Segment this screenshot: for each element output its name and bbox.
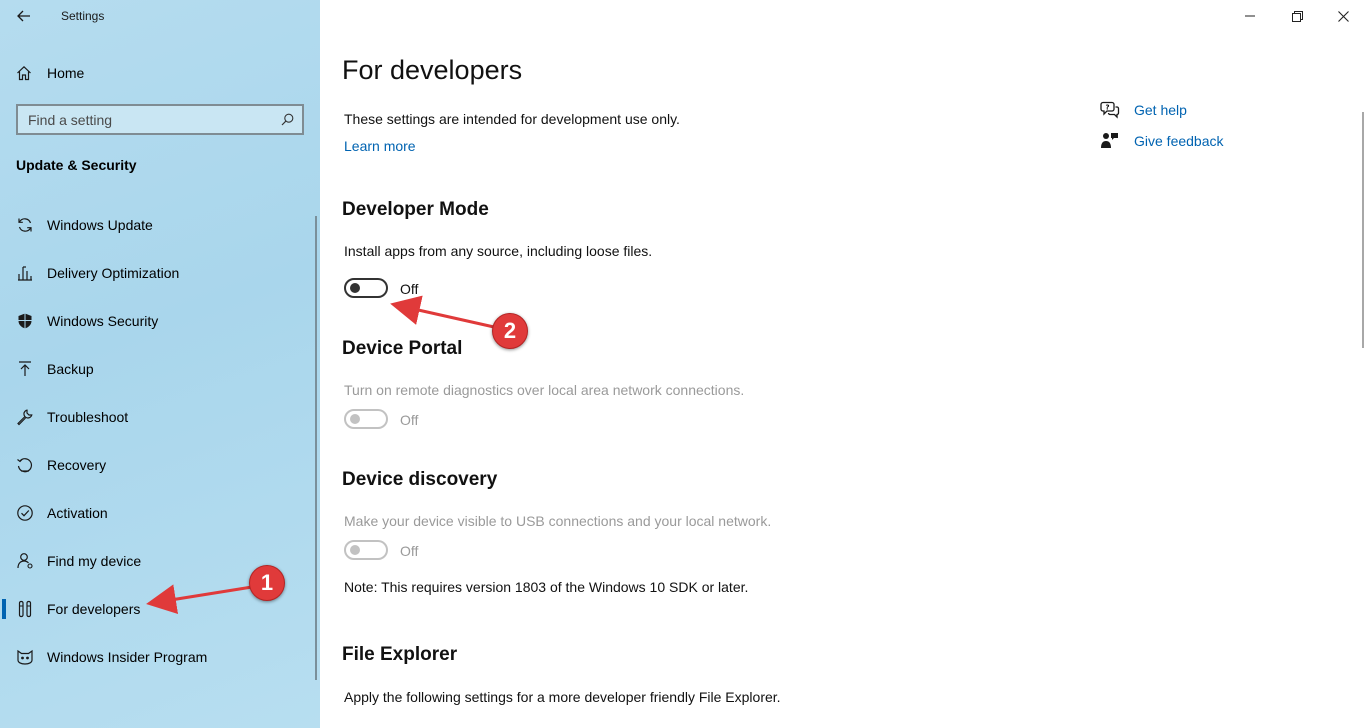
developer-mode-description: Install apps from any source, including …	[344, 243, 653, 259]
give-feedback-link[interactable]: Give feedback	[1134, 133, 1224, 149]
minimize-button[interactable]	[1236, 4, 1264, 28]
annotation-badge-2: 2	[492, 313, 528, 349]
give-feedback-row[interactable]: Give feedback	[1100, 132, 1224, 150]
toggle-knob	[350, 283, 360, 293]
search-box[interactable]	[16, 104, 304, 135]
sidebar-item-backup[interactable]: Backup	[0, 345, 316, 393]
toggle-knob	[350, 545, 360, 555]
svg-text:?: ?	[1106, 104, 1110, 112]
upload-icon	[16, 360, 34, 378]
developer-mode-state: Off	[400, 281, 419, 297]
sidebar-item-windows-security[interactable]: Windows Security	[0, 297, 316, 345]
sidebar-item-activation[interactable]: Activation	[0, 489, 316, 537]
device-portal-description: Turn on remote diagnostics over local ar…	[344, 382, 745, 398]
device-discovery-state: Off	[400, 543, 419, 559]
restore-button[interactable]	[1283, 4, 1311, 28]
app-title: Settings	[61, 9, 105, 23]
device-discovery-description: Make your device visible to USB connecti…	[344, 513, 772, 529]
developer-mode-heading: Developer Mode	[342, 199, 489, 220]
sidebar-item-delivery-optimization[interactable]: Delivery Optimization	[0, 249, 316, 297]
shield-icon	[16, 312, 34, 330]
sidebar-item-label: Windows Insider Program	[47, 649, 208, 665]
home-label: Home	[47, 65, 85, 81]
sidebar-nav: Windows Update Delivery Optimization Win…	[0, 201, 316, 681]
device-portal-toggle[interactable]	[344, 409, 388, 429]
get-help-link[interactable]: Get help	[1134, 102, 1187, 118]
sidebar-item-label: For developers	[47, 601, 141, 617]
close-button[interactable]	[1329, 4, 1357, 28]
person-location-icon	[16, 552, 34, 570]
sidebar-item-troubleshoot[interactable]: Troubleshoot	[0, 393, 316, 441]
sidebar-item-label: Recovery	[47, 457, 107, 473]
minimize-icon	[1245, 15, 1255, 17]
sidebar-item-windows-update[interactable]: Windows Update	[0, 201, 316, 249]
sidebar-item-label: Windows Security	[47, 313, 159, 329]
delivery-icon	[16, 264, 34, 282]
restore-icon	[1291, 10, 1303, 22]
device-discovery-toggle[interactable]	[344, 540, 388, 560]
device-portal-heading: Device Portal	[342, 338, 463, 359]
sidebar-item-label: Troubleshoot	[47, 409, 129, 425]
device-discovery-heading: Device discovery	[342, 469, 498, 490]
sidebar-item-label: Backup	[47, 361, 94, 377]
section-title: Update & Security	[16, 157, 137, 173]
insider-cat-icon	[16, 648, 34, 666]
device-discovery-note: Note: This requires version 1803 of the …	[344, 579, 749, 595]
device-portal-state: Off	[400, 412, 419, 428]
sidebar-item-recovery[interactable]: Recovery	[0, 441, 316, 489]
search-input[interactable]	[28, 111, 268, 128]
wrench-icon	[16, 408, 34, 426]
back-button[interactable]	[12, 4, 36, 28]
main-scrollbar[interactable]	[1362, 112, 1364, 348]
main-content: For developers These settings are intend…	[320, 0, 1366, 728]
get-help-icon: ?	[1100, 101, 1120, 119]
sync-icon	[16, 216, 34, 234]
file-explorer-heading: File Explorer	[342, 644, 458, 665]
check-circle-icon	[16, 504, 34, 522]
file-explorer-description: Apply the following settings for a more …	[344, 689, 781, 705]
annotation-badge-1: 1	[249, 565, 285, 601]
recovery-icon	[16, 456, 34, 474]
developer-mode-toggle[interactable]	[344, 278, 388, 298]
sidebar-item-label: Find my device	[47, 553, 142, 569]
sidebar-scrollbar[interactable]	[315, 216, 317, 680]
developer-tools-icon	[16, 600, 34, 618]
sidebar: Settings Home Update & Security Windows …	[0, 0, 320, 728]
close-icon	[1337, 10, 1349, 22]
sidebar-item-label: Delivery Optimization	[47, 265, 180, 281]
give-feedback-icon	[1101, 133, 1118, 148]
sidebar-home[interactable]: Home	[16, 62, 306, 84]
sidebar-item-windows-insider-program[interactable]: Windows Insider Program	[0, 633, 316, 681]
toggle-knob	[350, 414, 360, 424]
home-icon	[17, 65, 31, 81]
intro-text: These settings are intended for developm…	[344, 111, 680, 127]
page-title: For developers	[342, 55, 523, 85]
learn-more-link[interactable]: Learn more	[344, 138, 416, 154]
back-arrow-icon	[17, 10, 30, 22]
get-help-row[interactable]: ? Get help	[1100, 101, 1187, 119]
search-icon[interactable]	[281, 113, 294, 126]
sidebar-item-label: Activation	[47, 505, 108, 521]
sidebar-item-label: Windows Update	[47, 217, 153, 233]
